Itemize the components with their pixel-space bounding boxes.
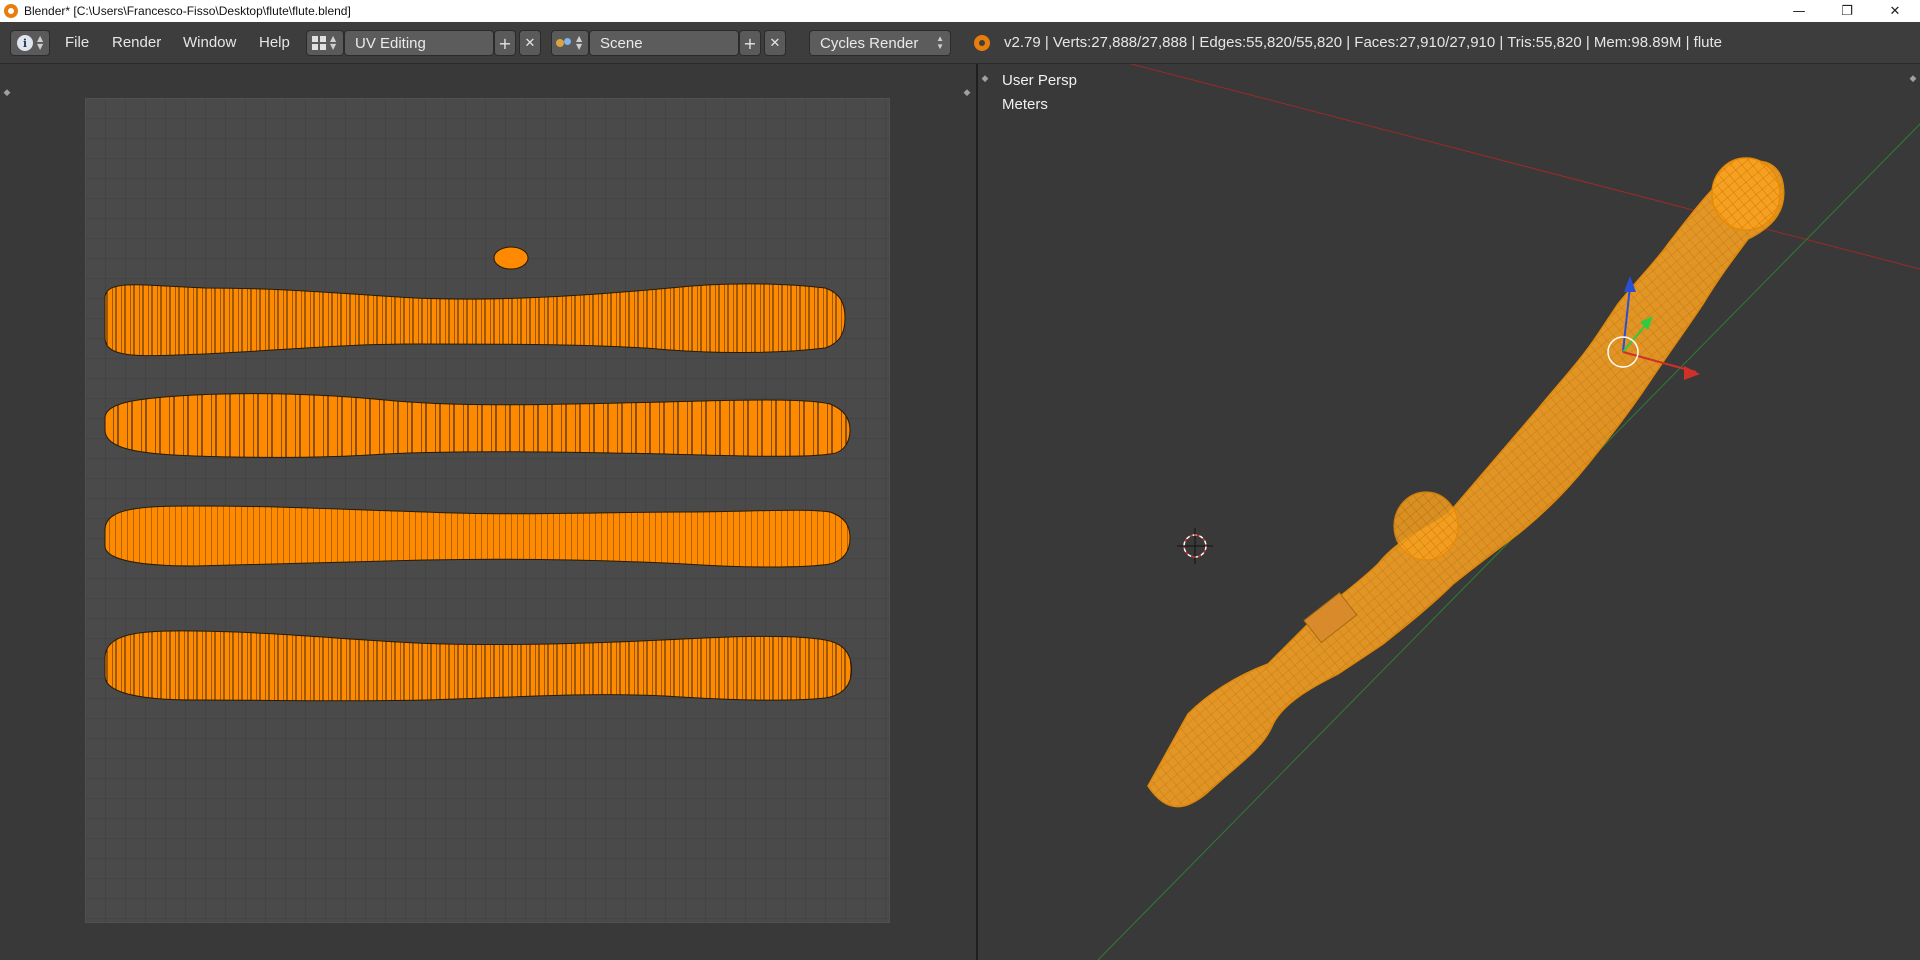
blender-stats-icon bbox=[974, 35, 990, 51]
screen-layout-name-field[interactable]: UV Editing bbox=[344, 30, 494, 56]
x-axis-arrow-icon bbox=[1684, 366, 1700, 380]
render-engine-label: Cycles Render bbox=[820, 34, 919, 52]
3d-cursor-icon[interactable] bbox=[1177, 528, 1213, 564]
add-layout-button[interactable]: + bbox=[494, 30, 516, 56]
window-title: Blender* [C:\Users\Francesco-Fisso\Deskt… bbox=[24, 4, 351, 18]
blender-logo-icon bbox=[4, 4, 18, 18]
viewport-scene[interactable] bbox=[978, 64, 1920, 960]
info-icon: i bbox=[17, 35, 33, 51]
scene-statistics: v2.79 | Verts:27,888/27,888 | Edges:55,8… bbox=[1004, 34, 1723, 51]
x-axis-line bbox=[1129, 64, 1920, 270]
uv-island-small bbox=[493, 246, 529, 270]
close-window-button[interactable]: ✕ bbox=[1872, 0, 1918, 22]
area-split-corner-icon[interactable]: ◆ bbox=[2, 88, 12, 98]
uv-image-editor[interactable]: ◆ ◆ bbox=[0, 64, 976, 960]
delete-layout-button[interactable]: ✕ bbox=[519, 30, 541, 56]
updown-arrows-icon: ▲ ▼ bbox=[936, 34, 944, 51]
menu-render[interactable]: Render bbox=[112, 34, 161, 51]
minimize-button[interactable]: — bbox=[1776, 0, 1822, 22]
add-scene-button[interactable]: + bbox=[739, 30, 761, 56]
delete-scene-button[interactable]: ✕ bbox=[764, 30, 786, 56]
y-axis-line bbox=[1097, 123, 1920, 960]
uv-island-3 bbox=[104, 505, 851, 568]
render-engine-dropdown[interactable]: Cycles Render ▲ ▼ bbox=[809, 30, 951, 56]
area-split-corner-icon[interactable]: ◆ bbox=[962, 88, 972, 98]
menu-file[interactable]: File bbox=[65, 34, 89, 51]
editor-type-selector[interactable]: i ▲ ▼ bbox=[10, 30, 50, 56]
scene-name-field[interactable]: Scene bbox=[589, 30, 739, 56]
maximize-button[interactable]: ❐ bbox=[1824, 0, 1870, 22]
scene-selector[interactable]: ▲ ▼ bbox=[551, 30, 589, 56]
updown-arrows-icon: ▲ ▼ bbox=[37, 34, 44, 51]
info-header: i ▲ ▼ File Render Window Help ▲ ▼ UV Editi… bbox=[0, 22, 1920, 64]
flute-mesh[interactable] bbox=[1147, 157, 1785, 808]
menu-window[interactable]: Window bbox=[183, 34, 236, 51]
updown-arrows-icon: ▲ ▼ bbox=[576, 34, 583, 51]
3d-viewport[interactable]: ◆ ◆ User Persp Meters bbox=[978, 64, 1920, 960]
menu-help[interactable]: Help bbox=[259, 34, 290, 51]
layout-grid-icon bbox=[312, 36, 326, 50]
scene-icon bbox=[556, 36, 572, 50]
screen-layout-selector[interactable]: ▲ ▼ bbox=[306, 30, 344, 56]
window-titlebar: Blender* [C:\Users\Francesco-Fisso\Deskt… bbox=[0, 0, 1920, 22]
uv-grid-canvas[interactable] bbox=[85, 98, 890, 923]
updown-arrows-icon: ▲ ▼ bbox=[330, 34, 337, 51]
